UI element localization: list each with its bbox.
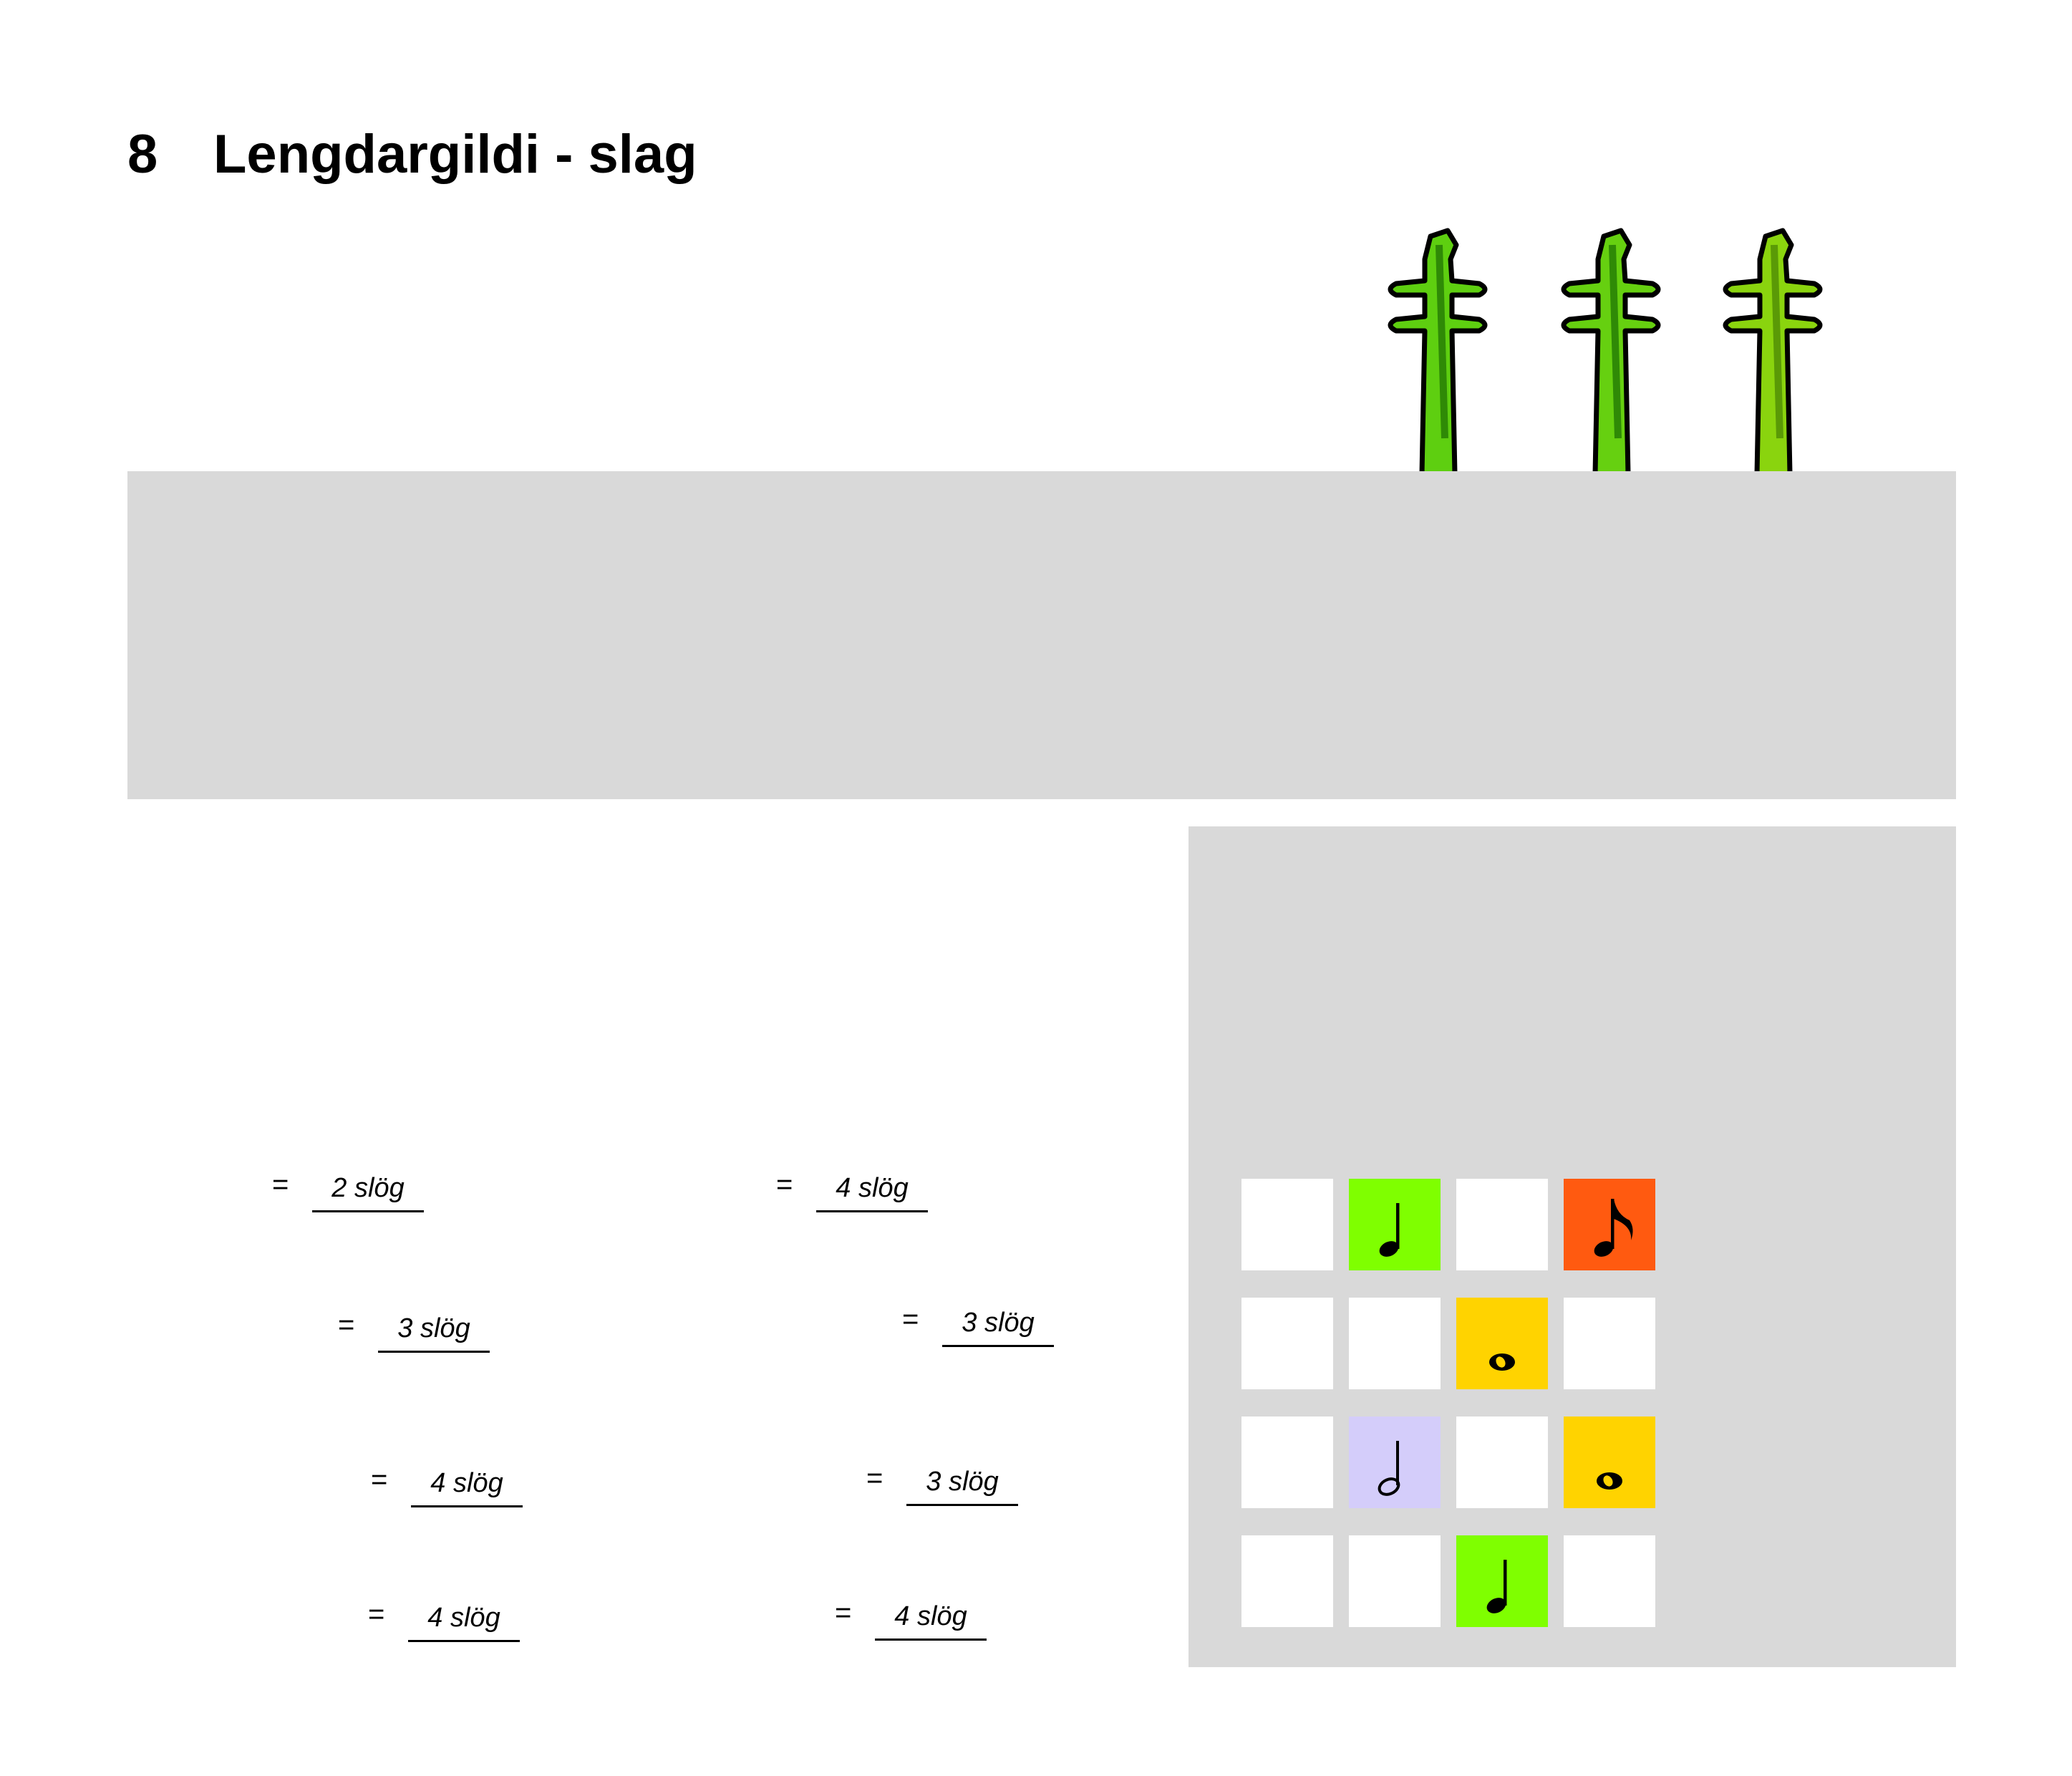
equals-sign: = bbox=[371, 1464, 388, 1495]
grid-cell[interactable] bbox=[1349, 1179, 1441, 1270]
page-title: Lengdargildi - slag bbox=[213, 124, 697, 185]
answer-field[interactable]: 4 slög bbox=[875, 1594, 987, 1641]
equation-row: = 3 slög bbox=[338, 1306, 503, 1371]
equals-sign: = bbox=[866, 1462, 883, 1494]
answer-field[interactable]: 4 slög bbox=[408, 1596, 520, 1642]
equation-row: = 4 slög bbox=[368, 1596, 533, 1660]
chapter-number: 8 bbox=[127, 124, 158, 185]
equation-row: = 3 slög bbox=[866, 1459, 1031, 1524]
violin-scroll-icon bbox=[1561, 228, 1661, 474]
grid-cell[interactable] bbox=[1241, 1298, 1333, 1389]
whole-note-icon bbox=[1597, 1472, 1622, 1490]
half-note-icon bbox=[1378, 1441, 1400, 1496]
equation-row: = 2 slög bbox=[272, 1166, 437, 1230]
equals-sign: = bbox=[835, 1597, 852, 1628]
grid-cell[interactable] bbox=[1456, 1417, 1548, 1508]
grid-cell[interactable] bbox=[1456, 1298, 1548, 1389]
grid-cell[interactable] bbox=[1349, 1417, 1441, 1508]
violin-scroll-icon bbox=[1388, 228, 1488, 474]
grid-cell[interactable] bbox=[1564, 1535, 1655, 1627]
grid-cell[interactable] bbox=[1564, 1179, 1655, 1270]
equation-row: = 4 slög bbox=[835, 1594, 999, 1659]
equals-sign: = bbox=[368, 1598, 385, 1630]
top-panel bbox=[127, 471, 1956, 799]
equation-row: = 3 slög bbox=[902, 1300, 1067, 1365]
grid-cell[interactable] bbox=[1564, 1298, 1655, 1389]
grid-cell[interactable] bbox=[1241, 1535, 1333, 1627]
quarter-note-icon bbox=[1486, 1560, 1507, 1613]
violin-scroll-icon bbox=[1723, 228, 1823, 474]
answer-field[interactable]: 3 slög bbox=[942, 1300, 1054, 1347]
equation-row: = 4 slög bbox=[371, 1461, 536, 1525]
equals-sign: = bbox=[776, 1169, 793, 1200]
answer-field[interactable]: 4 slög bbox=[816, 1166, 928, 1212]
answer-field[interactable]: 2 slög bbox=[312, 1166, 424, 1212]
violin-scrolls-illustration bbox=[1353, 223, 1840, 474]
equals-sign: = bbox=[272, 1169, 289, 1200]
grid-cell[interactable] bbox=[1564, 1417, 1655, 1508]
note-grid bbox=[1241, 1179, 1655, 1627]
eighth-note-icon bbox=[1594, 1199, 1633, 1257]
whole-note-icon bbox=[1489, 1353, 1515, 1371]
grid-cell[interactable] bbox=[1349, 1298, 1441, 1389]
equation-row: = 4 slög bbox=[776, 1166, 941, 1230]
grid-cell[interactable] bbox=[1456, 1535, 1548, 1627]
answer-field[interactable]: 3 slög bbox=[906, 1459, 1018, 1506]
grid-cell[interactable] bbox=[1241, 1179, 1333, 1270]
answer-field[interactable]: 4 slög bbox=[411, 1461, 523, 1507]
grid-cell[interactable] bbox=[1241, 1417, 1333, 1508]
grid-cell[interactable] bbox=[1456, 1179, 1548, 1270]
quarter-note-icon bbox=[1379, 1203, 1400, 1257]
answer-field[interactable]: 3 slög bbox=[378, 1306, 490, 1353]
equals-sign: = bbox=[902, 1303, 919, 1335]
equals-sign: = bbox=[338, 1309, 355, 1341]
grid-cell[interactable] bbox=[1349, 1535, 1441, 1627]
